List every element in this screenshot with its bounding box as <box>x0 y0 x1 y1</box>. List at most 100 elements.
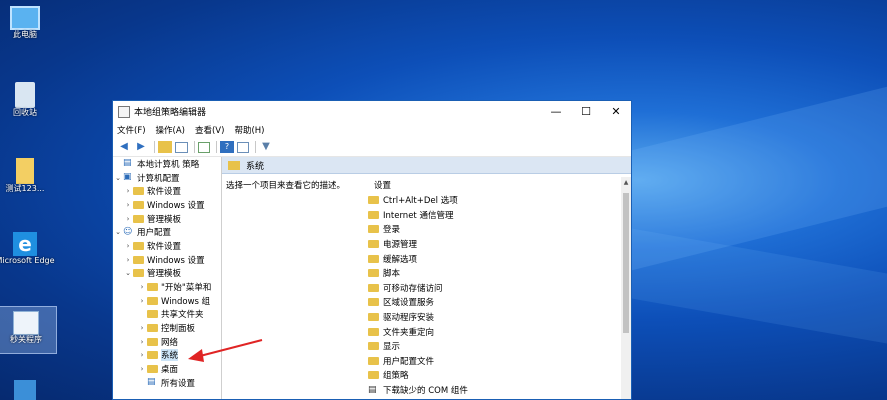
tree-node-uc-admin[interactable]: ⌄ 管理模板 <box>113 267 221 281</box>
show-hide-tree-icon[interactable] <box>175 141 188 153</box>
folder-icon <box>133 241 144 250</box>
filter-icon[interactable]: ▼ <box>259 141 273 153</box>
list-item-label: 驱动程序安装 <box>383 313 435 324</box>
chevron-right-icon[interactable]: › <box>123 215 133 223</box>
menu-help[interactable]: 帮助(H) <box>234 124 264 136</box>
toolbar-separator <box>216 141 217 153</box>
list-item[interactable]: Internet 通信管理 <box>368 208 468 223</box>
tree-label: 计算机配置 <box>137 173 180 184</box>
chevron-right-icon[interactable]: › <box>137 283 147 291</box>
folder-icon <box>147 324 158 333</box>
list-item-label: 缓解选项 <box>383 254 418 265</box>
vertical-scrollbar[interactable]: ▲ <box>621 177 631 399</box>
desktop-icon-label: 此电脑 <box>13 30 37 39</box>
folder-icon <box>368 254 379 263</box>
export-list-icon[interactable] <box>198 141 210 153</box>
up-folder-icon[interactable] <box>158 141 172 153</box>
forward-icon[interactable]: ▶ <box>134 141 148 153</box>
tree-node-computer-config[interactable]: ⌄ ▣ 计算机配置 <box>113 171 221 185</box>
help-icon[interactable]: ? <box>220 141 234 153</box>
list-item[interactable]: 区域设置服务 <box>368 295 468 310</box>
scroll-up-icon[interactable]: ▲ <box>621 179 631 186</box>
desktop-icon-this-pc[interactable]: 此电脑 <box>0 6 55 40</box>
list-item[interactable]: 脚本 <box>368 266 468 281</box>
folder-icon <box>368 371 379 380</box>
menu-file[interactable]: 文件(F) <box>117 124 146 136</box>
tree-node-system[interactable]: › 系统 <box>113 349 221 363</box>
close-button[interactable]: ✕ <box>601 105 631 118</box>
policy-icon: ▤ <box>123 158 132 169</box>
tree-node-root[interactable]: ▤ 本地计算机 策略 <box>113 157 221 171</box>
list-item[interactable]: 登录 <box>368 222 468 237</box>
chevron-right-icon[interactable]: › <box>137 365 147 373</box>
settings-column-header[interactable]: 设置 <box>368 179 468 193</box>
chevron-down-icon[interactable]: ⌄ <box>113 228 123 236</box>
tree-node-desktop[interactable]: › 桌面 <box>113 362 221 376</box>
tree-node-uc-software[interactable]: › 软件设置 <box>113 239 221 253</box>
panes: ▤ 本地计算机 策略 ⌄ ▣ 计算机配置 › 软件设置 › Windows 设置 › 管理模… <box>113 157 631 399</box>
tree-label: 软件设置 <box>147 187 182 198</box>
list-item[interactable]: 驱动程序安装 <box>368 310 468 325</box>
folder-icon <box>147 337 158 346</box>
chevron-right-icon[interactable]: › <box>137 338 147 346</box>
desktop-icon-partial[interactable] <box>14 380 36 400</box>
tree-node-cc-admin[interactable]: › 管理模板 <box>113 212 221 226</box>
folder-icon <box>368 269 379 278</box>
back-icon[interactable]: ◀ <box>117 141 131 153</box>
menu-action[interactable]: 操作(A) <box>156 124 185 136</box>
chevron-right-icon[interactable]: › <box>137 297 147 305</box>
properties-icon[interactable] <box>237 141 249 153</box>
chevron-right-icon[interactable]: › <box>123 256 133 264</box>
tree-node-shared-folders[interactable]: 共享文件夹 <box>113 308 221 322</box>
folder-icon <box>16 158 34 184</box>
list-item[interactable]: 缓解选项 <box>368 251 468 266</box>
desktop-icon-shortcut[interactable]: 秒关程序 <box>0 306 57 354</box>
list-item[interactable]: 组策略 <box>368 368 468 383</box>
tree-node-cc-windows[interactable]: › Windows 设置 <box>113 198 221 212</box>
edge-icon: e <box>13 232 37 256</box>
tree-node-control-panel[interactable]: › 控制面板 <box>113 321 221 335</box>
tree-node-cc-software[interactable]: › 软件设置 <box>113 184 221 198</box>
tree-node-all-settings[interactable]: ▤ 所有设置 <box>113 376 221 390</box>
tree-node-windows-components[interactable]: › Windows 组 <box>113 294 221 308</box>
tree-label: 网络 <box>161 337 179 348</box>
tree-node-uc-windows[interactable]: › Windows 设置 <box>113 253 221 267</box>
list-item[interactable]: 电源管理 <box>368 237 468 252</box>
scrollbar-thumb[interactable] <box>623 193 629 333</box>
list-item[interactable]: ▤ 下载缺少的 COM 组件 <box>368 383 468 398</box>
list-item[interactable]: Ctrl+Alt+Del 选项 <box>368 193 468 208</box>
desktop-icon-recycle-bin[interactable]: 回收站 <box>0 82 55 118</box>
list-item-label: 用户配置文件 <box>383 356 435 367</box>
title-bar[interactable]: 本地组策略编辑器 — ☐ ✕ <box>113 101 631 122</box>
list-item-label: 下载缺少的 COM 组件 <box>383 386 468 397</box>
chevron-right-icon[interactable]: › <box>137 324 147 332</box>
desktop-icon-folder[interactable]: 测试123... <box>0 158 55 194</box>
chevron-right-icon[interactable]: › <box>137 351 147 359</box>
folder-icon <box>368 240 379 249</box>
description-text: 选择一个项目来查看它的描述。 <box>226 181 346 191</box>
list-item-label: 登录 <box>383 225 401 236</box>
chevron-down-icon[interactable]: ⌄ <box>113 174 123 182</box>
list-item[interactable]: 显示 <box>368 339 468 354</box>
chevron-down-icon[interactable]: ⌄ <box>123 269 133 277</box>
desktop-icon-label: 秒关程序 <box>10 335 42 344</box>
tree-node-network[interactable]: › 网络 <box>113 335 221 349</box>
desktop-icon-label: 测试123... <box>5 184 45 193</box>
desktop-icon-label: Microsoft Edge <box>0 256 55 265</box>
app-icon <box>118 105 130 118</box>
list-item[interactable]: 文件夹重定向 <box>368 324 468 339</box>
tree-node-user-config[interactable]: ⌄ ☺ 用户配置 <box>113 225 221 239</box>
list-item[interactable]: 可移动存储访问 <box>368 281 468 296</box>
chevron-right-icon[interactable]: › <box>123 187 133 195</box>
desktop-icon-edge[interactable]: e Microsoft Edge <box>0 232 55 266</box>
maximize-button[interactable]: ☐ <box>571 105 601 118</box>
chevron-right-icon[interactable]: › <box>123 201 133 209</box>
tree-label: 共享文件夹 <box>161 310 204 321</box>
minimize-button[interactable]: — <box>541 105 571 118</box>
tree-label: "开始"菜单和 <box>161 283 212 294</box>
tree-node-start-menu[interactable]: › "开始"菜单和 <box>113 280 221 294</box>
chevron-right-icon[interactable]: › <box>123 242 133 250</box>
list-item-label: 脚本 <box>383 269 401 280</box>
list-item[interactable]: 用户配置文件 <box>368 354 468 369</box>
menu-view[interactable]: 查看(V) <box>195 124 224 136</box>
